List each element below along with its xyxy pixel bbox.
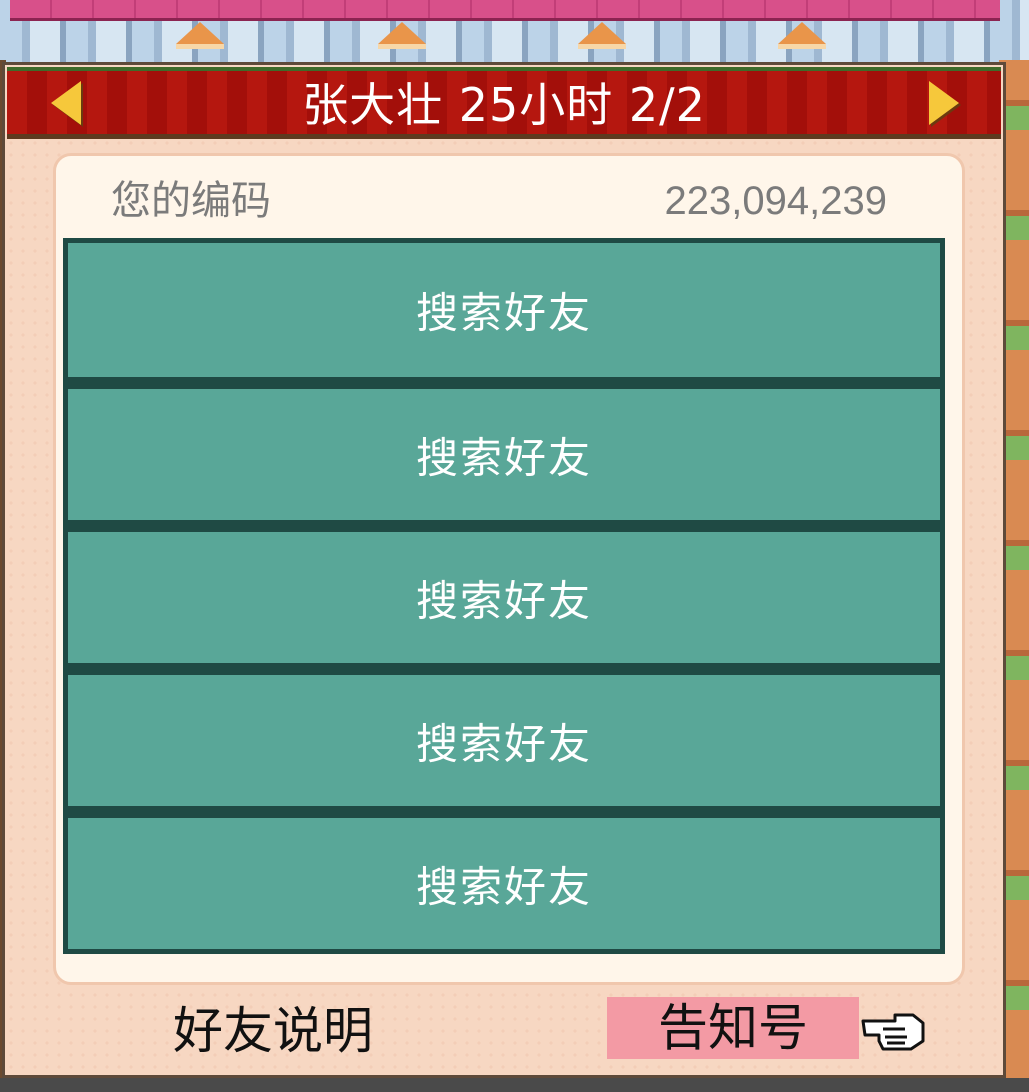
arrow-right-icon[interactable] bbox=[929, 81, 959, 125]
dialog-title: 张大壮 25小时 2/2 bbox=[302, 78, 706, 132]
search-friend-label: 搜索好友 bbox=[415, 433, 592, 482]
lamp-decoration bbox=[778, 22, 826, 49]
search-friend-label: 搜索好友 bbox=[415, 288, 592, 338]
lamp-decoration bbox=[176, 22, 224, 49]
background-building bbox=[0, 0, 1029, 64]
search-friend-button[interactable]: 搜索好友 bbox=[63, 810, 945, 954]
search-friend-label: 搜索好友 bbox=[415, 576, 592, 625]
player-code-label: 您的编码 bbox=[111, 178, 271, 224]
search-friend-button[interactable]: 搜索好友 bbox=[63, 667, 945, 811]
friend-info-button[interactable]: 好友说明 bbox=[173, 995, 373, 1067]
player-code-row: 您的编码 223,094,239 bbox=[65, 173, 945, 229]
dialog-title-bar: 张大壮 25小时 2/2 bbox=[7, 67, 1001, 139]
friends-dialog: 张大壮 25小时 2/2 您的编码 223,094,239 搜索好友 搜索好友 … bbox=[2, 62, 1006, 1078]
friend-slot-list: 搜索好友 搜索好友 搜索好友 搜索好友 搜索好友 bbox=[63, 238, 945, 954]
game-scene: 张大壮 25小时 2/2 您的编码 223,094,239 搜索好友 搜索好友 … bbox=[0, 0, 1029, 1092]
search-friend-label: 搜索好友 bbox=[415, 719, 592, 768]
notice-button[interactable]: 告知号 bbox=[607, 997, 859, 1059]
search-friend-button[interactable]: 搜索好友 bbox=[63, 381, 945, 525]
lamp-decoration bbox=[578, 22, 626, 49]
awning bbox=[10, 0, 1000, 21]
screen-bottom-edge bbox=[0, 1078, 1029, 1092]
lamp-decoration bbox=[378, 22, 426, 49]
player-code-value: 223,094,239 bbox=[664, 179, 887, 223]
dialog-footer: 好友说明 告知号 bbox=[7, 991, 1001, 1071]
search-friend-label: 搜索好友 bbox=[415, 862, 592, 911]
search-friend-button[interactable]: 搜索好友 bbox=[63, 238, 945, 382]
pointing-hand-icon bbox=[861, 1013, 925, 1051]
search-friend-button[interactable]: 搜索好友 bbox=[63, 524, 945, 668]
